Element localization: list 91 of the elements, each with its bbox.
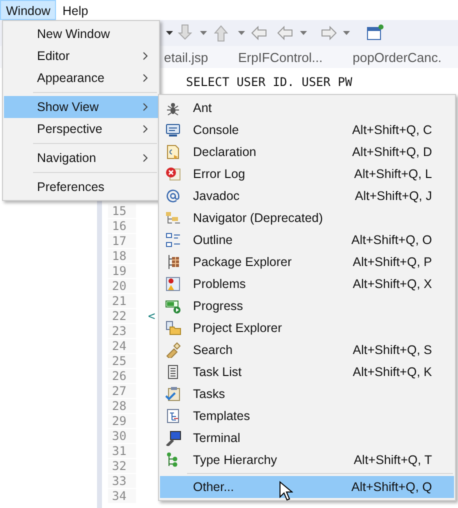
list-icon	[165, 364, 181, 380]
chevron-right-icon	[143, 52, 148, 60]
menu-item[interactable]: Navigator (Deprecated)	[160, 207, 454, 229]
folder-tree-icon	[165, 210, 181, 226]
clipboard-icon	[165, 386, 181, 402]
editor-tab[interactable]: popOrderCanc.	[352, 50, 442, 64]
window-icon[interactable]	[367, 24, 384, 40]
code-line: SELECT USER ID. USER PW	[186, 74, 352, 88]
progress-icon	[165, 298, 181, 314]
line-number: 29	[108, 414, 136, 428]
menu-bar-item[interactable]: Window	[0, 0, 56, 20]
menu-item[interactable]: Navigation	[4, 147, 158, 169]
template-icon	[165, 408, 181, 424]
line-number: 16	[108, 218, 136, 232]
line-number: 22	[108, 308, 136, 322]
chevron-right-icon	[143, 74, 148, 82]
back-arrow-icon[interactable]	[277, 26, 292, 40]
document-icon	[165, 144, 181, 160]
line-number: 18	[108, 248, 136, 262]
shortcut-text: Alt+Shift+Q, J	[354, 189, 432, 203]
chevron-right-icon	[143, 125, 148, 133]
line-number: 25	[108, 354, 136, 368]
shortcut-text: Alt+Shift+Q, T	[354, 453, 432, 467]
line-number: 33	[108, 474, 136, 488]
menu-item[interactable]: Other... Alt+Shift+Q, Q	[160, 476, 454, 498]
menu-item[interactable]: Show View	[4, 96, 158, 118]
menu-item[interactable]: Declaration Alt+Shift+Q, D	[160, 141, 454, 163]
folder-icon	[165, 320, 181, 336]
menu-item[interactable]: Templates	[160, 405, 454, 427]
chevron-right-icon	[143, 154, 148, 162]
warning-icon	[165, 276, 181, 292]
chevron-right-icon	[143, 103, 148, 111]
shortcut-text: Alt+Shift+Q, D	[352, 145, 432, 159]
line-number: 32	[108, 458, 136, 472]
mouse-pointer-icon	[279, 481, 293, 501]
line-number: 28	[108, 398, 136, 412]
shortcut-text: Alt+Shift+Q, O	[351, 233, 432, 247]
menu-item[interactable]: Console Alt+Shift+Q, C	[160, 119, 454, 141]
menu-bar-item[interactable]: Help	[56, 0, 94, 20]
line-number: 21	[108, 294, 136, 308]
menu-item[interactable]: Preferences	[4, 176, 158, 198]
shortcut-text: Alt+Shift+Q, P	[352, 255, 432, 269]
menu-item[interactable]: Project Explorer	[160, 317, 454, 339]
shortcut-text: Alt+Shift+Q, Q	[351, 480, 432, 494]
bug-icon	[165, 100, 181, 116]
line-number: 30	[108, 428, 136, 442]
menu-item[interactable]: Ant	[160, 97, 454, 119]
download-icon[interactable]	[178, 24, 192, 40]
line-number: 24	[108, 338, 136, 352]
error-icon	[165, 166, 181, 182]
back-arrow-icon[interactable]	[251, 26, 266, 40]
line-number: 34	[108, 488, 136, 502]
menu-item[interactable]: Tasks	[160, 383, 454, 405]
line-number: 31	[108, 444, 136, 458]
terminal-icon	[165, 430, 181, 446]
at-sign-icon	[165, 188, 181, 204]
menu-item[interactable]: New Window	[4, 23, 158, 45]
menu-item[interactable]: Perspective	[4, 118, 158, 140]
outline-icon	[165, 232, 181, 248]
flashlight-icon	[165, 342, 181, 358]
shortcut-text: Alt+Shift+Q, X	[352, 277, 432, 291]
line-number: 26	[108, 368, 136, 382]
line-number: 17	[108, 234, 136, 248]
menu-item[interactable]: Type Hierarchy Alt+Shift+Q, T	[160, 449, 454, 471]
monitor-icon	[165, 122, 181, 138]
menu-item[interactable]: Search Alt+Shift+Q, S	[160, 339, 454, 361]
menu-item[interactable]: Outline Alt+Shift+Q, O	[160, 229, 454, 251]
menu-item[interactable]: Terminal	[160, 427, 454, 449]
code-line: <	[148, 308, 156, 322]
shortcut-text: Alt+Shift+Q, L	[354, 167, 432, 181]
menu-item[interactable]: Error Log Alt+Shift+Q, L	[160, 163, 454, 185]
menu-item[interactable]: Package Explorer Alt+Shift+Q, P	[160, 251, 454, 273]
line-number: 19	[108, 264, 136, 278]
upload-icon[interactable]	[214, 25, 228, 42]
editor-tab[interactable]: ErpIFControl...	[238, 50, 323, 64]
line-number: 20	[108, 278, 136, 292]
menu-item[interactable]: Problems Alt+Shift+Q, X	[160, 273, 454, 295]
line-number: 15	[108, 204, 136, 218]
shortcut-text: Alt+Shift+Q, K	[352, 365, 432, 379]
menu-item[interactable]: Appearance	[4, 67, 158, 89]
forward-arrow-icon[interactable]	[322, 26, 337, 40]
caret-icon[interactable]	[166, 31, 173, 35]
shortcut-text: Alt+Shift+Q, C	[352, 123, 432, 137]
menu-item[interactable]: Javadoc Alt+Shift+Q, J	[160, 185, 454, 207]
menu-item[interactable]: Editor	[4, 45, 158, 67]
line-number: 23	[108, 324, 136, 338]
menu-item[interactable]: Progress	[160, 295, 454, 317]
menu-item[interactable]: Task List Alt+Shift+Q, K	[160, 361, 454, 383]
shortcut-text: Alt+Shift+Q, S	[352, 343, 432, 357]
editor-tab[interactable]: etail.jsp	[164, 50, 208, 64]
line-number: 27	[108, 384, 136, 398]
